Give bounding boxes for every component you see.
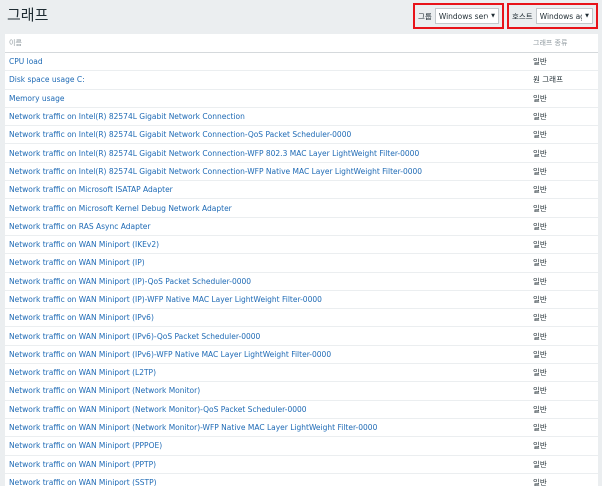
group-filter: 그룹 Windows server ▼ [413, 3, 504, 29]
graph-name-link[interactable]: Network traffic on WAN Miniport (PPPOE) [5, 441, 531, 450]
table-row: Disk space usage C: 원 그래프 [5, 71, 598, 90]
column-header-type: 그래프 종류 [533, 39, 568, 47]
graph-name-link[interactable]: Network traffic on WAN Miniport (Network… [5, 386, 531, 395]
graph-type: 일반 [533, 368, 547, 378]
table-row: Network traffic on WAN Miniport (IP)-QoS… [5, 273, 598, 291]
table-row: Network traffic on Intel(R) 82574L Gigab… [5, 163, 598, 182]
dropdown-arrow-icon: ▼ [491, 13, 495, 19]
graph-name-link[interactable]: Network traffic on WAN Miniport (Network… [5, 423, 531, 432]
graph-name-link[interactable]: Network traffic on WAN Miniport (IKEv2) [5, 240, 531, 249]
group-select-value: Windows server [438, 11, 488, 21]
table-header: 이름 그래프 종류 [5, 34, 598, 53]
graph-type: 일반 [533, 386, 547, 396]
graph-type: 일반 [533, 349, 547, 359]
table-row: Network traffic on WAN Miniport (SSTP) 일반 [5, 474, 598, 486]
graph-type: 일반 [533, 404, 547, 414]
graph-name-link[interactable]: Network traffic on WAN Miniport (Network… [5, 405, 531, 414]
graph-type: 일반 [533, 221, 547, 231]
page-title: 그래프 [7, 6, 49, 24]
graph-name-link[interactable]: Network traffic on RAS Async Adapter [5, 222, 531, 231]
graph-name-link[interactable]: Network traffic on WAN Miniport (SSTP) [5, 478, 531, 486]
graph-type: 일반 [533, 240, 547, 250]
table-row: CPU load 일반 [5, 53, 598, 72]
table-row: Network traffic on WAN Miniport (IP)-WFP… [5, 291, 598, 310]
graph-type: 일반 [533, 57, 547, 67]
group-select[interactable]: Windows server ▼ [434, 8, 499, 24]
graph-type: 일반 [533, 112, 547, 122]
graph-name-link[interactable]: Network traffic on WAN Miniport (IPv6)-Q… [5, 332, 531, 341]
graph-type: 일반 [533, 203, 547, 213]
graph-name-link[interactable]: Network traffic on Intel(R) 82574L Gigab… [5, 149, 531, 158]
graph-name-link[interactable]: Network traffic on Intel(R) 82574L Gigab… [5, 112, 531, 121]
graph-name-link[interactable]: Network traffic on WAN Miniport (L2TP) [5, 368, 531, 377]
graph-name-link[interactable]: Network traffic on WAN Miniport (IPv6) [5, 313, 531, 322]
dropdown-arrow-icon: ▼ [585, 13, 589, 19]
graph-name-link[interactable]: Network traffic on Intel(R) 82574L Gigab… [5, 130, 531, 139]
graph-name-link[interactable]: Network traffic on Microsoft ISATAP Adap… [5, 185, 531, 194]
graph-name-link[interactable]: Network traffic on WAN Miniport (IP)-WFP… [5, 295, 531, 304]
table-row: Network traffic on WAN Miniport (Network… [5, 419, 598, 438]
graph-type: 원 그래프 [533, 75, 563, 85]
graph-type: 일반 [533, 331, 547, 341]
host-filter: 호스트 Windows agent ▼ [507, 3, 598, 29]
graph-name-link[interactable]: CPU load [5, 57, 531, 66]
table-row: Network traffic on Microsoft ISATAP Adap… [5, 181, 598, 200]
graph-type: 일반 [533, 459, 547, 469]
table-row: Network traffic on Intel(R) 82574L Gigab… [5, 144, 598, 163]
graph-name-link[interactable]: Network traffic on WAN Miniport (IP) [5, 258, 531, 267]
graph-name-link[interactable]: Network traffic on Intel(R) 82574L Gigab… [5, 167, 531, 176]
table-row: Network traffic on WAN Miniport (PPPOE) 일… [5, 437, 598, 456]
graph-type: 일반 [533, 276, 547, 286]
table-row: Network traffic on WAN Miniport (IPv6)-Q… [5, 327, 598, 346]
graph-name-link[interactable]: Network traffic on WAN Miniport (PPTP) [5, 460, 531, 469]
graph-type: 일반 [533, 295, 547, 304]
table-body: CPU load 일반 Disk space usage C: 원 그래프 Memory… [5, 53, 598, 486]
graph-type: 일반 [533, 313, 547, 323]
graph-type: 일반 [533, 93, 547, 103]
host-select-value: Windows agent [539, 11, 582, 21]
graph-type: 일반 [533, 185, 547, 195]
page-header: 그래프 그룹 Windows server ▼ 호스트 Windows agen… [0, 0, 602, 34]
table-row: Network traffic on Intel(R) 82574L Gigab… [5, 108, 598, 127]
table-row: Network traffic on WAN Miniport (IKEv2) 일… [5, 236, 598, 255]
graph-type: 일반 [533, 130, 547, 140]
table-row: Network traffic on WAN Miniport (IPv6)-W… [5, 346, 598, 365]
table-row: Network traffic on Intel(R) 82574L Gigab… [5, 126, 598, 145]
host-select[interactable]: Windows agent ▼ [535, 8, 593, 24]
graph-type: 일반 [533, 477, 547, 486]
table-row: Network traffic on RAS Async Adapter 일반 [5, 218, 598, 236]
graph-type: 일반 [533, 423, 547, 433]
graph-name-link[interactable]: Disk space usage C: [5, 75, 531, 84]
table-row: Network traffic on WAN Miniport (L2TP) 일반 [5, 364, 598, 383]
table-row: Network traffic on WAN Miniport (IPv6) 일반 [5, 309, 598, 328]
table-row: Network traffic on WAN Miniport (PPTP) 일반 [5, 456, 598, 474]
table-row: Network traffic on WAN Miniport (IP) 일반 [5, 254, 598, 273]
graph-type: 일반 [533, 166, 547, 176]
host-filter-label: 호스트 [512, 11, 533, 21]
graph-name-link[interactable]: Network traffic on WAN Miniport (IPv6)-W… [5, 350, 531, 359]
graph-type: 일반 [533, 148, 547, 158]
column-header-name[interactable]: 이름 [5, 38, 531, 48]
graph-name-link[interactable]: Network traffic on Microsoft Kernel Debu… [5, 204, 531, 213]
graph-name-link[interactable]: Memory usage [5, 94, 531, 103]
table-row: Memory usage 일반 [5, 90, 598, 108]
group-filter-label: 그룹 [418, 11, 432, 21]
graph-type: 일반 [533, 258, 547, 268]
table-row: Network traffic on WAN Miniport (Network… [5, 401, 598, 419]
graph-type: 일반 [533, 441, 547, 451]
table-row: Network traffic on WAN Miniport (Network… [5, 382, 598, 401]
graphs-table: 이름 그래프 종류 CPU load 일반 Disk space usage C: 원… [5, 34, 598, 486]
graph-name-link[interactable]: Network traffic on WAN Miniport (IP)-QoS… [5, 277, 531, 286]
table-row: Network traffic on Microsoft Kernel Debu… [5, 199, 598, 218]
